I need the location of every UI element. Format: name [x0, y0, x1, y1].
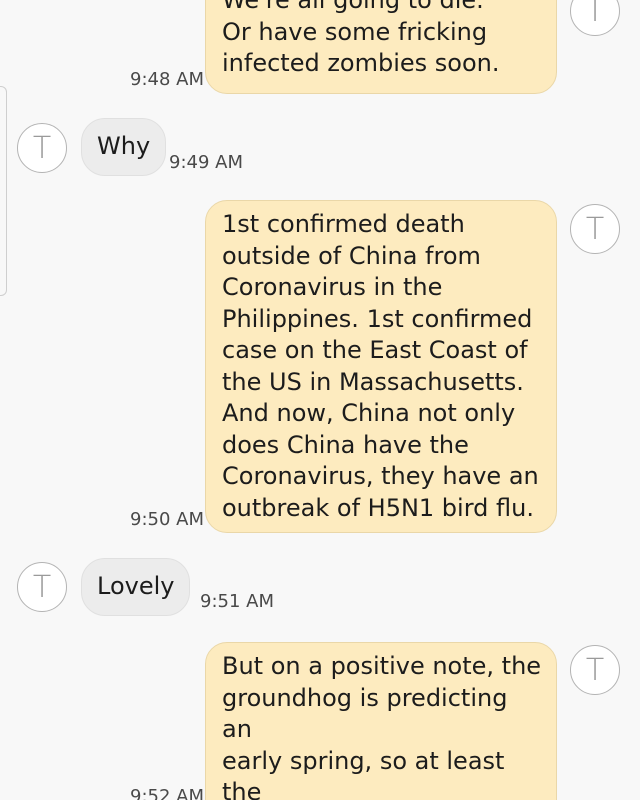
contact-avatar[interactable]: T	[570, 645, 620, 695]
avatar-letter: T	[585, 0, 605, 29]
sent-message-bubble[interactable]: 1st confirmed death outside of China fro…	[205, 200, 557, 533]
avatar-letter: T	[585, 652, 605, 688]
contact-avatar[interactable]: T	[17, 123, 67, 173]
sent-message-bubble[interactable]: But on a positive note, the groundhog is…	[205, 642, 557, 800]
avatar-letter: T	[585, 211, 605, 247]
received-message-bubble[interactable]: Why	[81, 118, 167, 176]
sent-message-bubble[interactable]: We're all going to die. Or have some fri…	[205, 0, 557, 94]
message-text: Why	[97, 132, 151, 161]
message-timestamp: 9:52 AM	[130, 786, 204, 800]
contact-avatar[interactable]: T	[570, 204, 620, 254]
received-message-bubble[interactable]: Lovely	[81, 558, 191, 616]
scroll-handle[interactable]	[0, 86, 7, 296]
message-timestamp: 9:50 AM	[130, 509, 204, 530]
message-thread[interactable]: We're all going to die. Or have some fri…	[0, 0, 640, 800]
message-timestamp: 9:48 AM	[130, 69, 204, 90]
message-timestamp: 9:49 AM	[169, 152, 243, 173]
message-text: Lovely	[97, 572, 175, 601]
message-timestamp: 9:51 AM	[200, 591, 274, 612]
contact-avatar[interactable]: T	[570, 0, 620, 36]
avatar-letter: T	[32, 569, 52, 605]
contact-avatar[interactable]: T	[17, 562, 67, 612]
avatar-letter: T	[32, 130, 52, 166]
